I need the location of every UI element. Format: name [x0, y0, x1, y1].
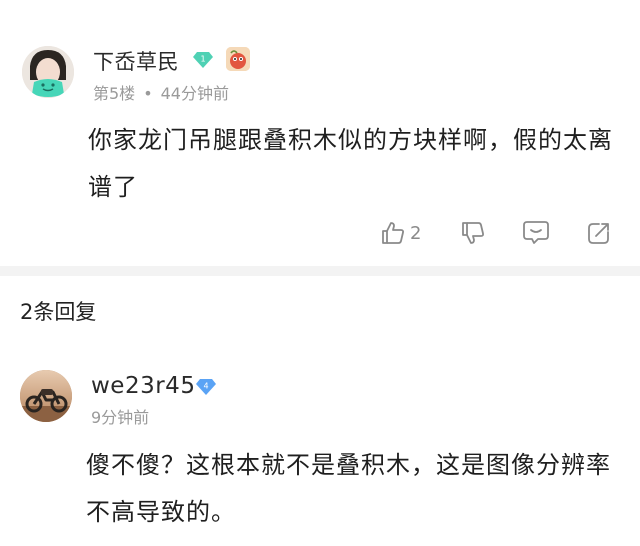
like-button[interactable]: 2: [380, 216, 421, 250]
like-count: 2: [410, 222, 422, 244]
reply-button[interactable]: [522, 216, 550, 250]
section-divider: [0, 266, 640, 276]
main-comment: 下岙草民 1 第5楼 • 44分钟前 你家龙门吊腿跟叠积木似的方块样啊，假的太离谱了…: [0, 0, 640, 266]
thumbs-down-icon: [462, 222, 484, 244]
reply-comment: we23r45 4 9分钟前 傻不傻？这根本就不是叠积木，这是图像分辨率不高导致…: [0, 345, 640, 546]
share-button[interactable]: [586, 216, 612, 250]
user-avatar[interactable]: [22, 46, 74, 98]
reply-level-badge: 4: [195, 378, 217, 396]
comment-icon: [523, 221, 549, 244]
reply-username[interactable]: we23r45: [91, 373, 195, 399]
avatar-portrait-icon: [22, 46, 74, 98]
motorcycle-avatar-icon: [20, 370, 72, 422]
level-badge: 1: [192, 51, 214, 69]
comment-time: 44分钟前: [160, 84, 229, 103]
replies-count-header: 2条回复: [20, 300, 97, 324]
reply-time: 9分钟前: [91, 408, 150, 427]
diamond-level-icon: 4: [196, 379, 216, 395]
diamond-level-icon: 1: [193, 52, 213, 68]
comment-meta: 第5楼 • 44分钟前: [93, 80, 229, 104]
thumbs-up-icon: [382, 222, 404, 244]
reply-level-number: 4: [203, 382, 208, 391]
username[interactable]: 下岙草民: [93, 46, 179, 76]
comment-content: 你家龙门吊腿跟叠积木似的方块样啊，假的太离谱了: [88, 126, 613, 201]
reply-user-avatar[interactable]: [20, 370, 72, 422]
meta-separator: •: [143, 84, 153, 103]
sticker-icon: [226, 47, 250, 71]
comment-actions: 2: [380, 216, 620, 250]
reply-content: 傻不傻？这根本就不是叠积木，这是图像分辨率不高导致的。: [86, 451, 611, 526]
dislike-button[interactable]: [460, 216, 486, 250]
share-icon: [588, 223, 609, 244]
floor-number: 第5楼: [93, 84, 136, 103]
level-number: 1: [200, 55, 205, 64]
